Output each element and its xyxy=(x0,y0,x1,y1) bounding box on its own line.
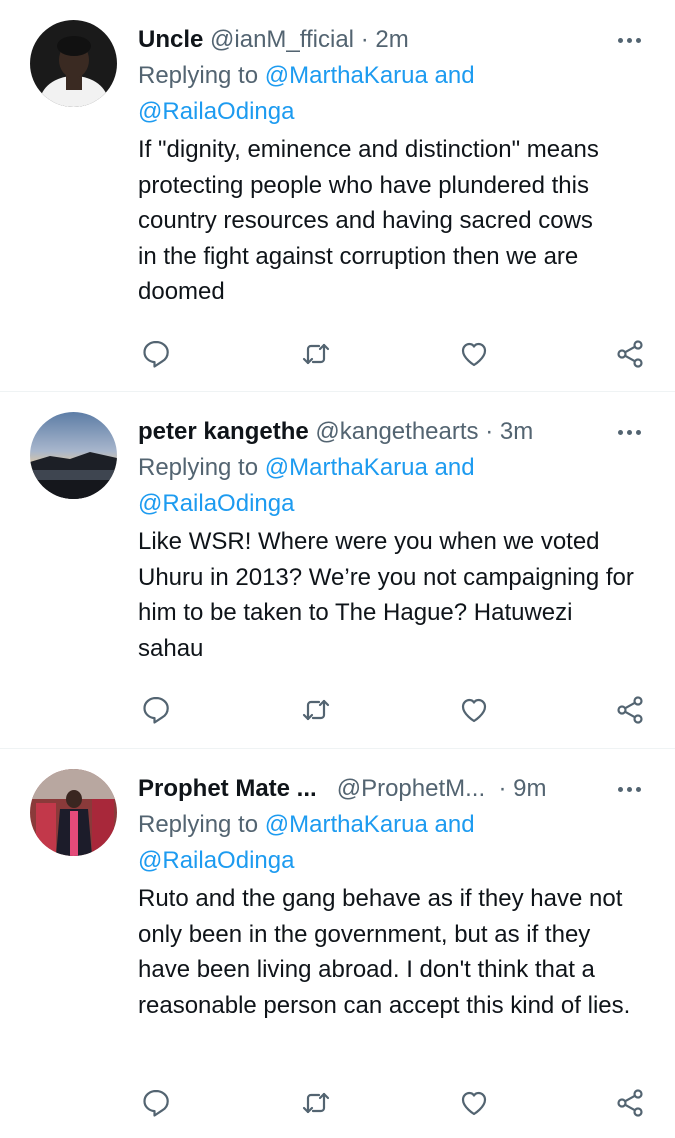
replying-to: Replying to @MarthaKarua and @RailaOding… xyxy=(138,807,645,879)
tweet[interactable]: Prophet Mate ... @ProphetM... · 9m Reply… xyxy=(0,749,675,1138)
mention-link[interactable]: @RailaOdinga xyxy=(138,98,294,125)
retweet-icon xyxy=(302,699,330,721)
tweet[interactable]: peter kangethe @kangethearts · 3m Replyi… xyxy=(0,392,675,749)
heart-icon xyxy=(461,342,487,367)
reply-button[interactable] xyxy=(138,336,174,372)
timestamp[interactable]: 3m xyxy=(500,418,533,445)
tweet-text: Like WSR! Where were you when we voted U… xyxy=(138,528,641,662)
user-handle[interactable]: @ProphetM... xyxy=(337,775,485,802)
like-button[interactable] xyxy=(456,1085,492,1121)
replying-to: Replying to @MarthaKarua and @RailaOding… xyxy=(138,58,645,130)
user-handle[interactable]: @kangethearts xyxy=(315,418,478,445)
more-dots-icon[interactable] xyxy=(618,22,641,58)
mention-link[interactable]: @MarthaKarua xyxy=(265,454,428,481)
avatar-photo xyxy=(30,20,117,107)
avatar[interactable] xyxy=(30,20,117,107)
retweet-icon xyxy=(302,1092,330,1114)
share-button[interactable] xyxy=(612,336,648,372)
more-dots-icon[interactable] xyxy=(618,771,641,807)
replying-label: Replying to xyxy=(138,454,259,481)
separator: · xyxy=(498,775,507,802)
share-button[interactable] xyxy=(612,692,648,728)
avatar-photo xyxy=(30,769,117,856)
speech-bubble-icon xyxy=(143,340,169,368)
tweet-header: Prophet Mate ... @ProphetM... · 9m xyxy=(138,771,645,807)
share-button[interactable] xyxy=(612,1085,648,1121)
tweet-actions xyxy=(138,1085,648,1121)
separator: · xyxy=(485,418,494,445)
like-button[interactable] xyxy=(456,336,492,372)
share-icon xyxy=(617,340,643,368)
mention-link[interactable]: @MarthaKarua xyxy=(265,62,428,89)
replying-label: Replying to xyxy=(138,811,259,838)
tweet-text: Ruto and the gang behave as if they have… xyxy=(138,885,631,1019)
share-icon xyxy=(617,1089,643,1117)
timestamp[interactable]: 2m xyxy=(375,26,408,53)
reply-button[interactable] xyxy=(138,1085,174,1121)
retweet-button[interactable] xyxy=(298,336,334,372)
speech-bubble-icon xyxy=(143,696,169,724)
retweet-button[interactable] xyxy=(298,1085,334,1121)
speech-bubble-icon xyxy=(143,1089,169,1117)
timestamp[interactable]: 9m xyxy=(513,775,546,802)
heart-icon xyxy=(461,698,487,723)
and-label[interactable]: and xyxy=(435,62,475,89)
more-dots-icon[interactable] xyxy=(618,414,641,450)
avatar[interactable] xyxy=(30,412,117,499)
tweet-text: If "dignity, eminence and distinction" m… xyxy=(138,136,606,305)
replying-to: Replying to @MarthaKarua and @RailaOding… xyxy=(138,450,645,522)
replying-label: Replying to xyxy=(138,62,259,89)
retweet-icon xyxy=(302,343,330,365)
retweet-button[interactable] xyxy=(298,692,334,728)
display-name[interactable]: Prophet Mate ... xyxy=(138,775,317,802)
mention-link[interactable]: @RailaOdinga xyxy=(138,490,294,517)
display-name[interactable]: Uncle xyxy=(138,26,203,53)
tweet-header: Uncle @ianM_fficial · 2m xyxy=(138,22,645,58)
display-name[interactable]: peter kangethe xyxy=(138,418,309,445)
tweet-actions xyxy=(138,336,648,372)
separator: · xyxy=(360,26,369,53)
mention-link[interactable]: @RailaOdinga xyxy=(138,847,294,874)
tweet-actions xyxy=(138,692,648,728)
like-button[interactable] xyxy=(456,692,492,728)
tweet[interactable]: Uncle @ianM_fficial · 2m Replying to @Ma… xyxy=(0,0,675,392)
reply-button[interactable] xyxy=(138,692,174,728)
avatar-photo xyxy=(30,412,117,499)
tweet-header: peter kangethe @kangethearts · 3m xyxy=(138,414,645,450)
and-label[interactable]: and xyxy=(435,811,475,838)
heart-icon xyxy=(461,1091,487,1116)
user-handle[interactable]: @ianM_fficial xyxy=(210,26,354,53)
mention-link[interactable]: @MarthaKarua xyxy=(265,811,428,838)
and-label[interactable]: and xyxy=(435,454,475,481)
avatar[interactable] xyxy=(30,769,117,856)
share-icon xyxy=(617,696,643,724)
